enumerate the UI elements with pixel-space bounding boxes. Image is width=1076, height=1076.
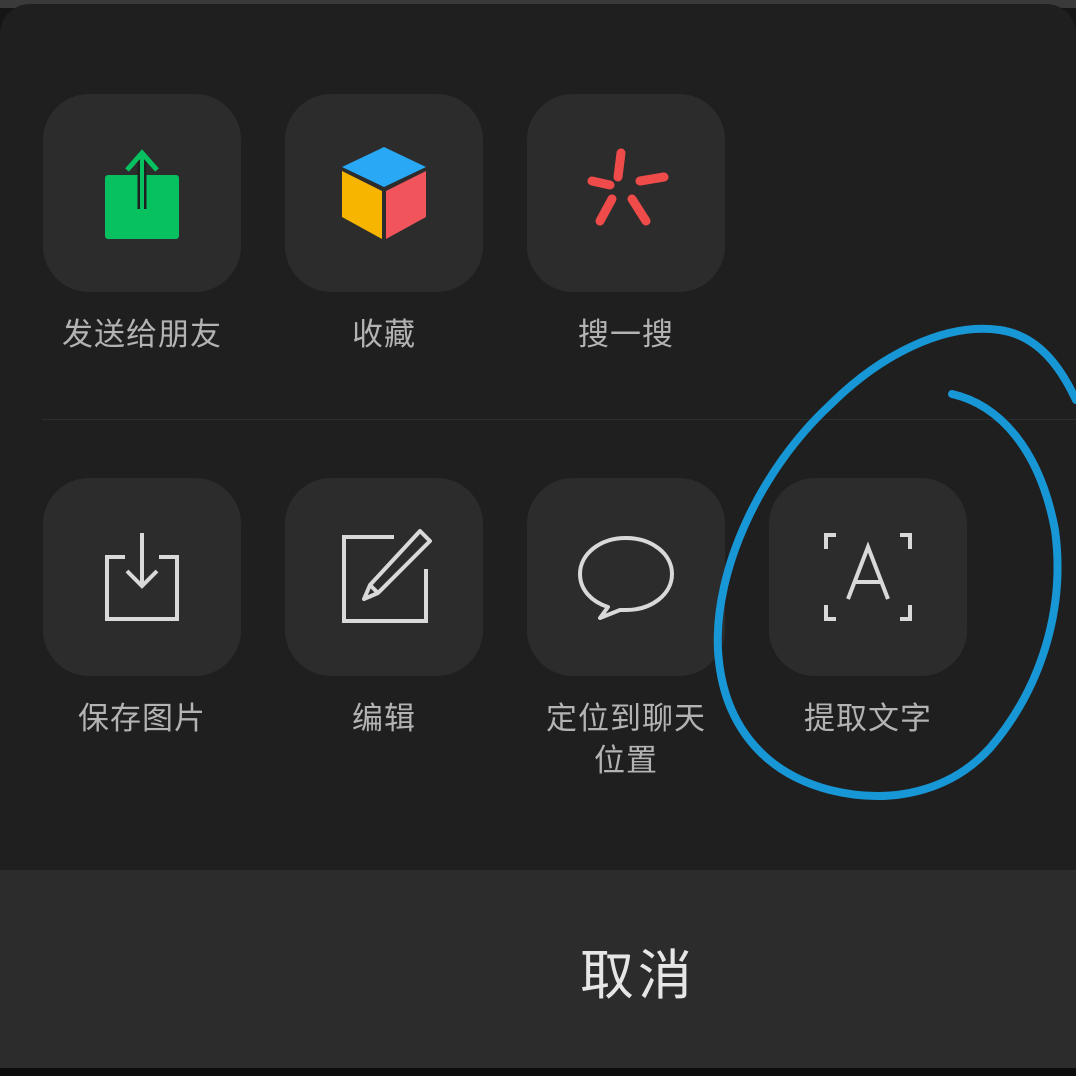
- action-label: 提取文字: [804, 701, 932, 737]
- action-tile[interactable]: [285, 478, 483, 676]
- share-upload-icon: [105, 149, 179, 239]
- action-label: 收藏: [352, 317, 416, 353]
- chat-bubble-icon: [578, 536, 674, 620]
- cancel-button[interactable]: 取消: [0, 870, 1076, 1070]
- action-label: 保存图片: [78, 701, 206, 737]
- action-label: 发送给朋友: [62, 317, 222, 353]
- action-tile[interactable]: [527, 478, 725, 676]
- action-send-to-friend[interactable]: 发送给朋友: [27, 94, 257, 356]
- bottom-edge: [0, 1068, 1076, 1076]
- action-extract-text[interactable]: 提取文字: [753, 478, 983, 740]
- action-tile[interactable]: [769, 478, 967, 676]
- action-save-image[interactable]: 保存图片: [27, 478, 257, 740]
- action-tile[interactable]: [43, 478, 241, 676]
- action-search[interactable]: 搜一搜: [511, 94, 741, 356]
- section-divider: [42, 419, 1076, 420]
- action-tile[interactable]: [527, 94, 725, 292]
- action-label: 搜一搜: [578, 317, 674, 353]
- favorites-cube-icon: [342, 147, 426, 239]
- action-favorites[interactable]: 收藏: [269, 94, 499, 356]
- download-tray-icon: [105, 533, 179, 621]
- cancel-label: 取消: [580, 943, 696, 1007]
- edit-pencil-icon: [342, 529, 432, 623]
- share-action-sheet-screen: 发送给朋友 收藏 搜一搜 保存图片 编辑 定位到聊天 位置 提取文字 取消: [0, 0, 1076, 1076]
- action-tile[interactable]: [285, 94, 483, 292]
- action-locate-in-chat[interactable]: 定位到聊天 位置: [511, 478, 741, 782]
- action-edit[interactable]: 编辑: [269, 478, 499, 740]
- action-label: 定位到聊天 位置: [546, 701, 706, 779]
- action-sheet: 发送给朋友 收藏 搜一搜 保存图片 编辑 定位到聊天 位置 提取文字: [0, 4, 1076, 870]
- action-tile[interactable]: [43, 94, 241, 292]
- text-scan-icon: [824, 533, 912, 621]
- search-sparkle-icon: [587, 148, 669, 226]
- action-label: 编辑: [352, 701, 416, 737]
